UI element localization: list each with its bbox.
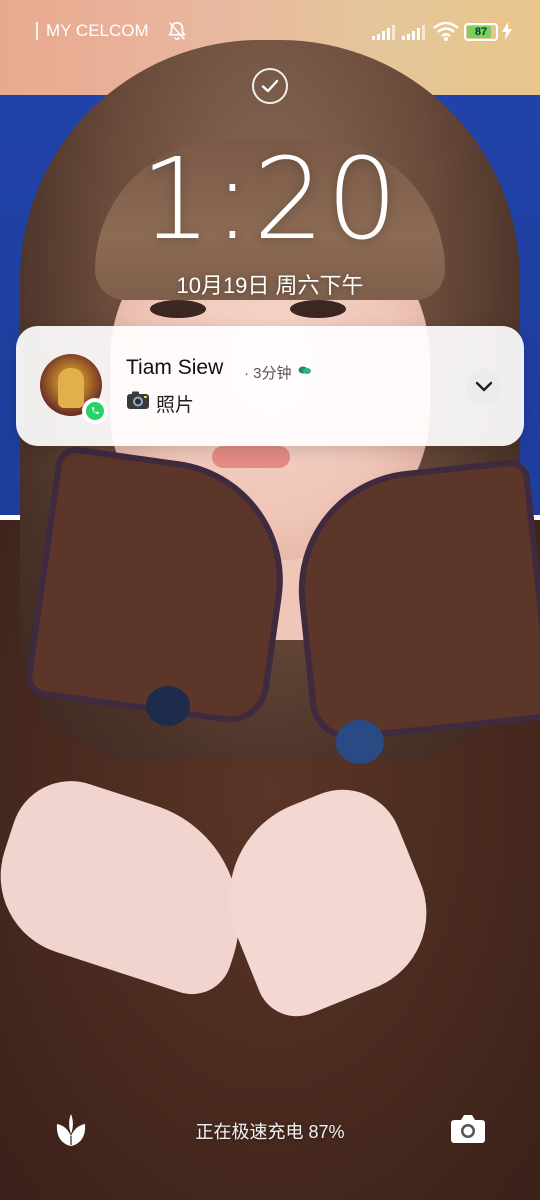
avatar-figure [58,368,84,408]
whatsapp-badge-dot [86,402,104,420]
camera-icon[interactable] [450,1112,486,1144]
wallpaper-lips [212,446,290,468]
charging-bolt-icon [502,22,512,40]
lockscreen-clock: 1:20 [140,135,400,265]
notification-time: · 3分钟 [244,365,292,382]
wallpaper-coat-button [146,686,190,726]
unlock-check-icon[interactable] [252,68,288,104]
whatsapp-icon [82,398,108,424]
wallpaper-coat-button [336,720,384,764]
chevron-down-icon [475,381,493,392]
wifi-icon [433,21,459,41]
wallpaper-eye-left [150,300,206,318]
signal-icon [402,25,425,40]
camera-emoji-icon [127,391,149,409]
expand-notification-button[interactable] [466,369,502,405]
signal-icon [372,25,395,40]
battery-percent: 87 [474,26,488,38]
lockscreen-date: 10月19日 周六下午 [176,273,364,298]
bell-off-icon [168,21,186,41]
notification-card[interactable]: Tiam Siew · 3分钟 照片 [16,326,524,446]
battery-icon: 87 [464,23,498,41]
wallpaper-eye-right [290,300,346,318]
carrier-separator [36,22,38,40]
carrier-name: MY CELCOM [46,21,149,40]
notification-message: 照片 [156,395,195,416]
notification-sender: Tiam Siew [126,356,224,379]
app-leaf-icon [298,366,311,374]
status-bar: MY CELCOM 87 [0,0,540,64]
